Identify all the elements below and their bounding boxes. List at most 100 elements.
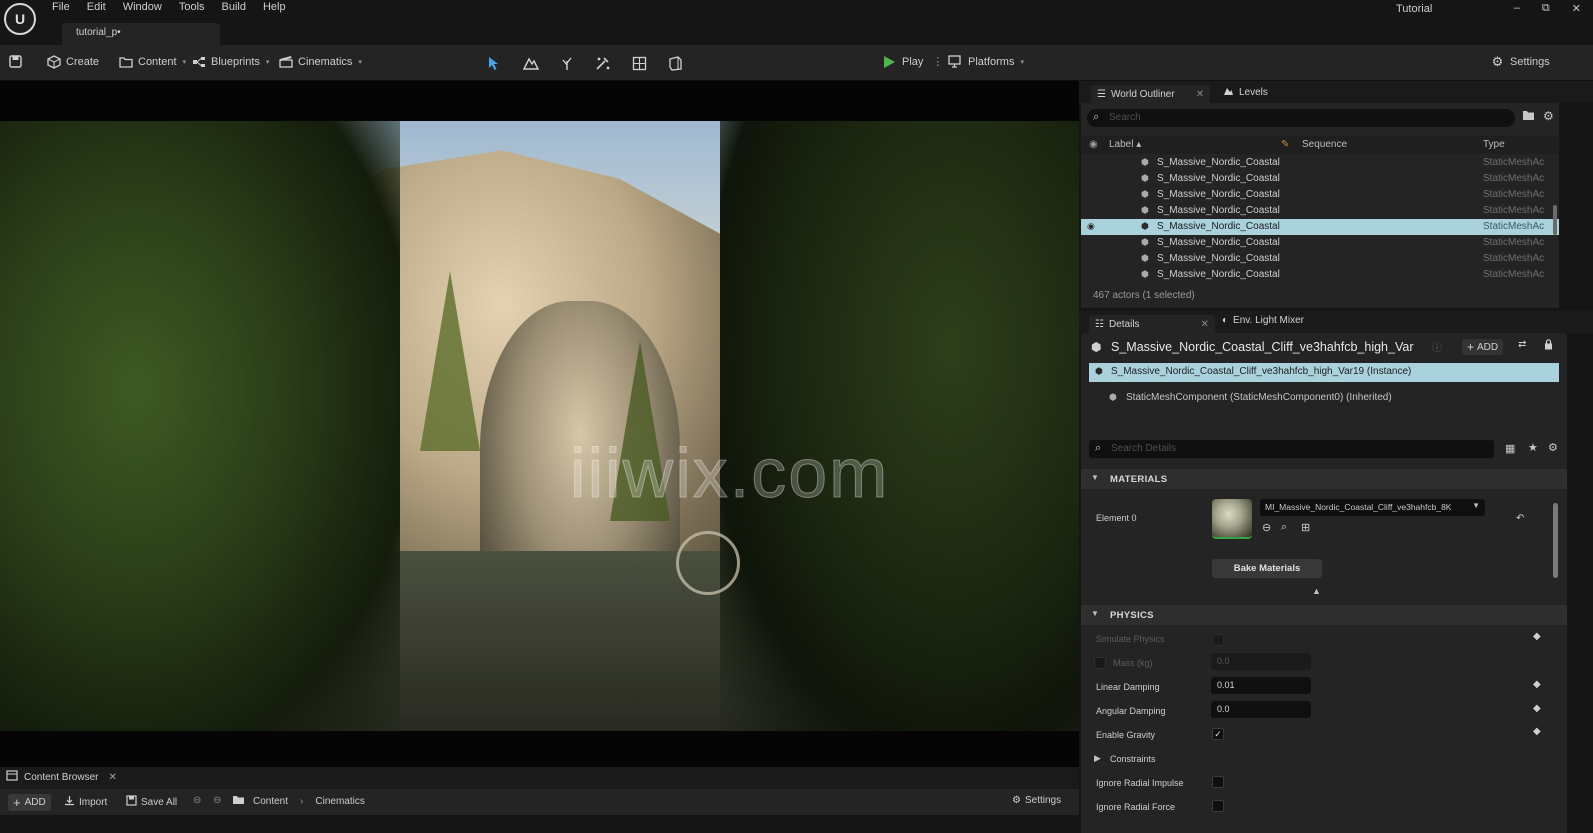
gear-icon[interactable]: ⚙ <box>1543 109 1554 123</box>
outliner-row[interactable]: ⬢ S_Massive_Nordic_Coastal StaticMeshAc <box>1081 203 1559 219</box>
outliner-row[interactable]: ⬢ S_Massive_Nordic_Coastal StaticMeshAc <box>1081 267 1559 283</box>
mass-field[interactable]: 0.0 <box>1211 653 1311 670</box>
reset-icon[interactable]: ◆ <box>1533 679 1541 690</box>
ignore-radial-force-checkbox[interactable] <box>1212 800 1224 812</box>
gear-icon[interactable]: ⚙ <box>1548 441 1558 454</box>
fracture-mode-icon[interactable] <box>630 54 648 72</box>
outliner-row[interactable]: ⬢ S_Massive_Nordic_Coastal StaticMeshAc <box>1081 251 1559 267</box>
save-current-button[interactable] <box>8 54 23 69</box>
menu-build[interactable]: Build <box>222 1 246 13</box>
reset-icon[interactable]: ◆ <box>1533 703 1541 714</box>
content-browser-settings-button[interactable]: ⚙ Settings <box>1012 795 1061 806</box>
blueprint-convert-icon[interactable]: ⇄ <box>1518 339 1526 350</box>
simulate-physics-checkbox[interactable] <box>1212 634 1224 646</box>
breadcrumb-item[interactable]: Cinematics <box>315 796 364 807</box>
history-forward-icon[interactable]: ⊖ <box>213 795 221 806</box>
ignore-radial-impulse-checkbox[interactable] <box>1212 776 1224 788</box>
column-sequence[interactable]: Sequence <box>1302 139 1347 150</box>
maximize-icon[interactable]: ⧉ <box>1542 2 1550 15</box>
create-button[interactable]: Create <box>46 54 99 69</box>
chevron-down-icon: ▾ <box>265 58 270 66</box>
foliage-mode-icon[interactable] <box>558 54 576 72</box>
menu-edit[interactable]: Edit <box>87 1 106 13</box>
use-selected-icon[interactable]: ⊖ <box>1262 521 1271 534</box>
constraints-label[interactable]: Constraints <box>1110 754 1156 764</box>
project-name: Tutorial <box>1396 3 1433 15</box>
column-label[interactable]: Label ▴ <box>1109 139 1141 150</box>
level-viewport[interactable]: iiiwix.com <box>0 81 1079 767</box>
import-button[interactable]: Import <box>64 795 107 809</box>
import-icon <box>64 795 75 809</box>
tab-details[interactable]: ☷ Details ✕ <box>1089 315 1215 333</box>
menu-tools[interactable]: Tools <box>179 1 205 13</box>
outliner-row[interactable]: ⬢ S_Massive_Nordic_Coastal StaticMeshAc <box>1081 235 1559 251</box>
reset-icon[interactable]: ◆ <box>1533 726 1541 737</box>
lock-icon[interactable] <box>1544 339 1553 350</box>
tab-levels[interactable]: Levels <box>1223 85 1268 99</box>
search-icon[interactable]: ⌕ <box>1281 521 1287 534</box>
outliner-row-selected[interactable]: ◉ ⬢ S_Massive_Nordic_Coastal StaticMeshA… <box>1081 219 1559 235</box>
outliner-row[interactable]: ⬢ S_Massive_Nordic_Coastal StaticMeshAc <box>1081 171 1559 187</box>
cinematics-button[interactable]: Cinematics ▾ <box>278 54 362 69</box>
platforms-button[interactable]: Platforms ▾ <box>948 54 1024 69</box>
help-icon[interactable]: ⓘ <box>1432 339 1442 354</box>
actor-name[interactable]: S_Massive_Nordic_Coastal_Cliff_ve3hahfcb… <box>1111 340 1414 354</box>
material-dropdown[interactable]: MI_Massive_Nordic_Coastal_Cliff_ve3hahfc… <box>1260 499 1485 516</box>
materials-section-header[interactable]: ▼ MATERIALS <box>1081 469 1567 489</box>
outliner-scrollbar[interactable] <box>1553 205 1557 235</box>
save-all-button[interactable]: Save All <box>126 795 177 809</box>
add-folder-icon[interactable] <box>1522 110 1535 124</box>
tab-env-light-mixer[interactable]: ◐ Env. Light Mixer <box>1222 315 1304 326</box>
brush-edit-mode-icon[interactable] <box>666 54 684 72</box>
breadcrumb-item[interactable]: Content <box>253 796 288 807</box>
chevron-right-icon[interactable]: ▶ <box>1094 753 1101 764</box>
landscape-mode-icon[interactable] <box>522 54 540 72</box>
content-button[interactable]: Content ▾ <box>118 54 186 69</box>
blueprints-button[interactable]: Blueprints ▾ <box>191 54 269 69</box>
history-back-icon[interactable]: ⊖ <box>193 795 201 806</box>
outliner-search-input[interactable]: ⌕ Search <box>1087 109 1515 127</box>
details-search-input[interactable]: ⌕ Search Details <box>1089 440 1494 458</box>
close-icon[interactable]: ✕ <box>1201 319 1209 330</box>
settings-button[interactable]: ⚙ Settings <box>1490 54 1550 69</box>
material-thumbnail[interactable] <box>1212 499 1252 539</box>
reset-icon[interactable]: ↶ <box>1516 513 1524 524</box>
bake-materials-button[interactable]: Bake Materials <box>1212 559 1322 578</box>
add-button[interactable]: + ADD <box>8 794 51 811</box>
enable-gravity-checkbox[interactable]: ✓ <box>1212 728 1224 740</box>
reset-icon[interactable]: ◆ <box>1533 631 1541 642</box>
star-icon[interactable]: ★ <box>1528 441 1538 454</box>
select-mode-icon[interactable] <box>485 54 503 72</box>
mass-override-checkbox[interactable] <box>1094 657 1106 669</box>
component-inherited-row[interactable]: StaticMeshComponent (StaticMeshComponent… <box>1126 392 1392 403</box>
menu-file[interactable]: File <box>52 1 70 13</box>
outliner-row[interactable]: ⬢ S_Massive_Nordic_Coastal StaticMeshAc <box>1081 187 1559 203</box>
menu-help[interactable]: Help <box>263 1 286 13</box>
browse-icon[interactable]: ⊞ <box>1301 521 1310 534</box>
mesh-paint-mode-icon[interactable] <box>594 54 612 72</box>
physics-section-header[interactable]: ▼ PHYSICS <box>1081 605 1567 625</box>
unreal-logo-icon[interactable]: U <box>4 3 36 35</box>
chevron-up-icon[interactable]: ▲ <box>1312 586 1321 596</box>
more-options-icon[interactable]: ⋮ <box>932 55 943 68</box>
menu-window[interactable]: Window <box>123 1 162 13</box>
angular-damping-field[interactable]: 0.0 <box>1211 701 1311 718</box>
add-component-button[interactable]: + ADD <box>1462 339 1504 355</box>
minimize-icon[interactable]: – <box>1514 2 1520 15</box>
platforms-icon <box>948 54 963 69</box>
close-icon[interactable]: ✕ <box>108 772 116 783</box>
content-browser-tab[interactable]: Content Browser ✕ <box>6 770 117 784</box>
column-type[interactable]: Type <box>1483 139 1505 150</box>
details-scrollbar[interactable] <box>1553 503 1558 578</box>
level-tab[interactable]: tutorial_p• <box>62 23 220 45</box>
row-type: StaticMeshAc <box>1483 253 1545 264</box>
table-view-icon[interactable]: ▦ <box>1505 442 1515 455</box>
close-icon[interactable]: ✕ <box>1196 89 1204 100</box>
play-button[interactable]: Play ⋮ <box>882 54 943 69</box>
eye-icon[interactable]: ◉ <box>1087 221 1095 232</box>
tab-world-outliner[interactable]: ☰ World Outliner ✕ <box>1091 85 1211 103</box>
close-icon[interactable]: ✕ <box>1572 2 1581 15</box>
outliner-row[interactable]: ⬢ S_Massive_Nordic_Coastal StaticMeshAc <box>1081 155 1559 171</box>
linear-damping-field[interactable]: 0.01 <box>1211 677 1311 694</box>
component-instance-row[interactable]: ⬢ S_Massive_Nordic_Coastal_Cliff_ve3hahf… <box>1089 363 1559 382</box>
